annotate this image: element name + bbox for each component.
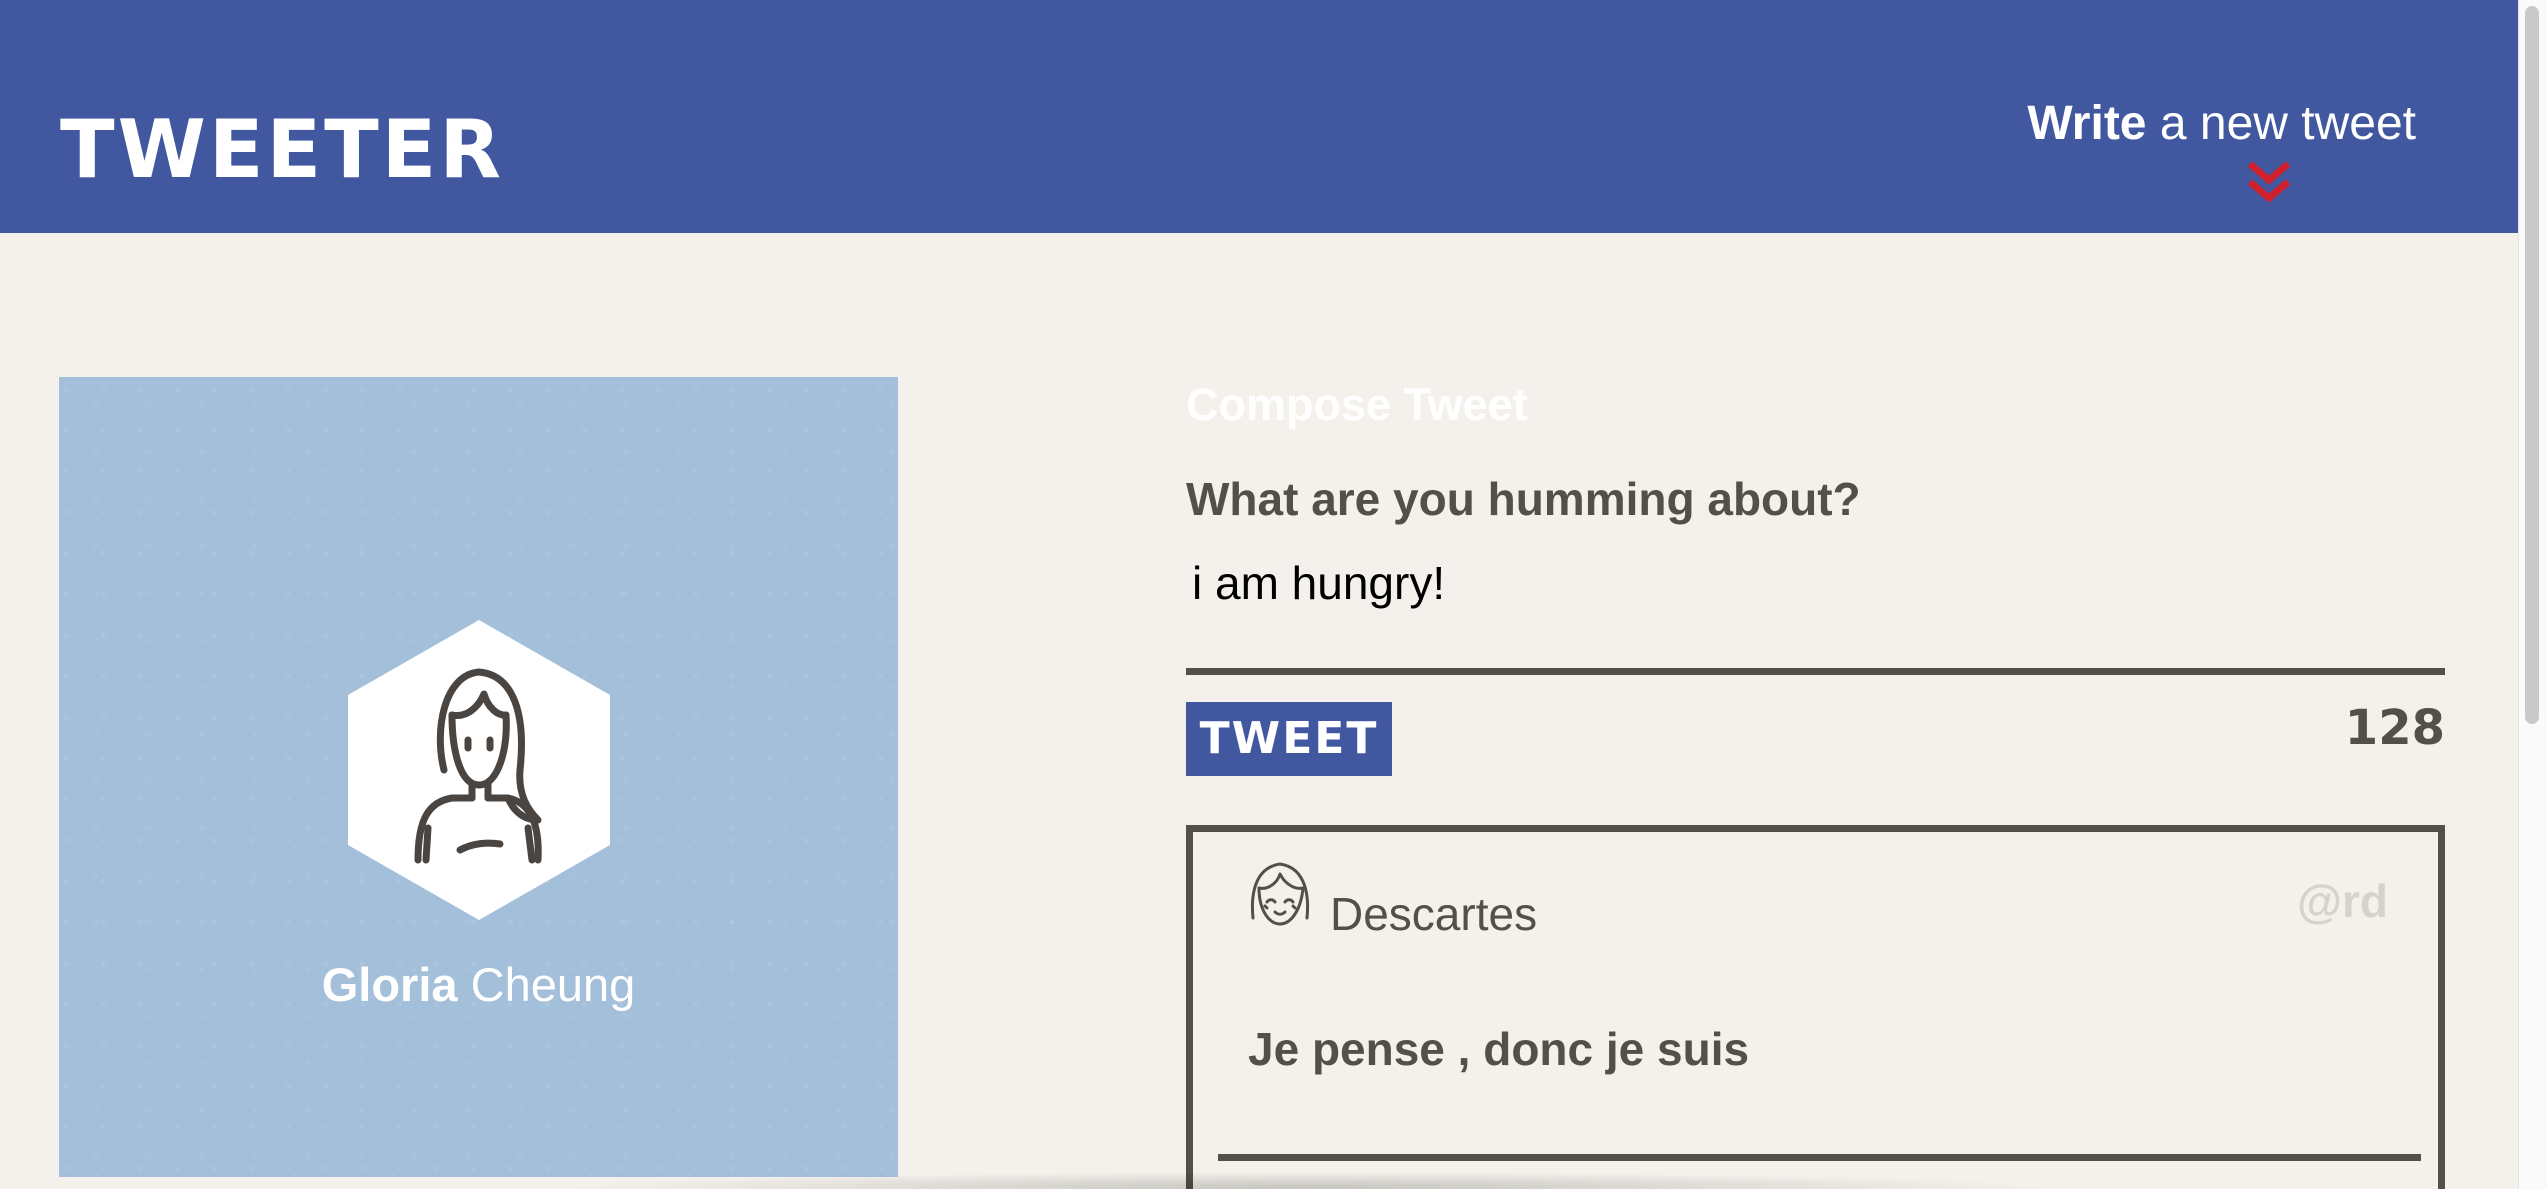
tweet-body-text: Je pense , donc je suis bbox=[1248, 1023, 1750, 1075]
tweet-author-handle: @rd bbox=[2297, 875, 2388, 927]
write-new-tweet-link[interactable]: Write a new tweet bbox=[2027, 100, 2416, 148]
tweet-card: Descartes @rd Je pense , donc je suis bbox=[1186, 825, 2445, 1189]
page: TWEETER Write a new tweet Gloria Cheung … bbox=[0, 0, 2547, 1189]
tweet-footer-divider bbox=[1218, 1154, 2421, 1161]
compose-divider bbox=[1186, 668, 2445, 675]
compose-label: What are you humming about? bbox=[1186, 473, 1861, 525]
scrollbar-thumb[interactable] bbox=[2525, 6, 2539, 724]
tweet-submit-button[interactable]: TWEET bbox=[1186, 702, 1392, 776]
character-counter: 128 bbox=[2344, 700, 2445, 756]
tweet-author-name: Descartes bbox=[1330, 888, 1538, 940]
profile-name: Gloria Cheung bbox=[59, 957, 898, 1013]
write-link-strong: Write bbox=[2027, 97, 2147, 150]
bottom-fade-shadow bbox=[560, 1172, 2060, 1189]
write-link-rest: a new tweet bbox=[2159, 97, 2416, 150]
top-nav-bar: TWEETER Write a new tweet bbox=[0, 0, 2518, 233]
profile-card: Gloria Cheung bbox=[59, 377, 898, 1177]
compose-title: Compose Tweet bbox=[1186, 379, 1528, 430]
person-avatar-icon bbox=[348, 620, 610, 920]
profile-last-name: Cheung bbox=[470, 958, 636, 1011]
smiling-face-avatar-icon bbox=[1250, 862, 1310, 926]
brand-logo[interactable]: TWEETER bbox=[60, 110, 504, 190]
profile-first-name: Gloria bbox=[321, 958, 458, 1011]
double-chevron-down-icon[interactable] bbox=[2244, 160, 2294, 204]
tweet-text-input[interactable] bbox=[1186, 548, 2440, 618]
